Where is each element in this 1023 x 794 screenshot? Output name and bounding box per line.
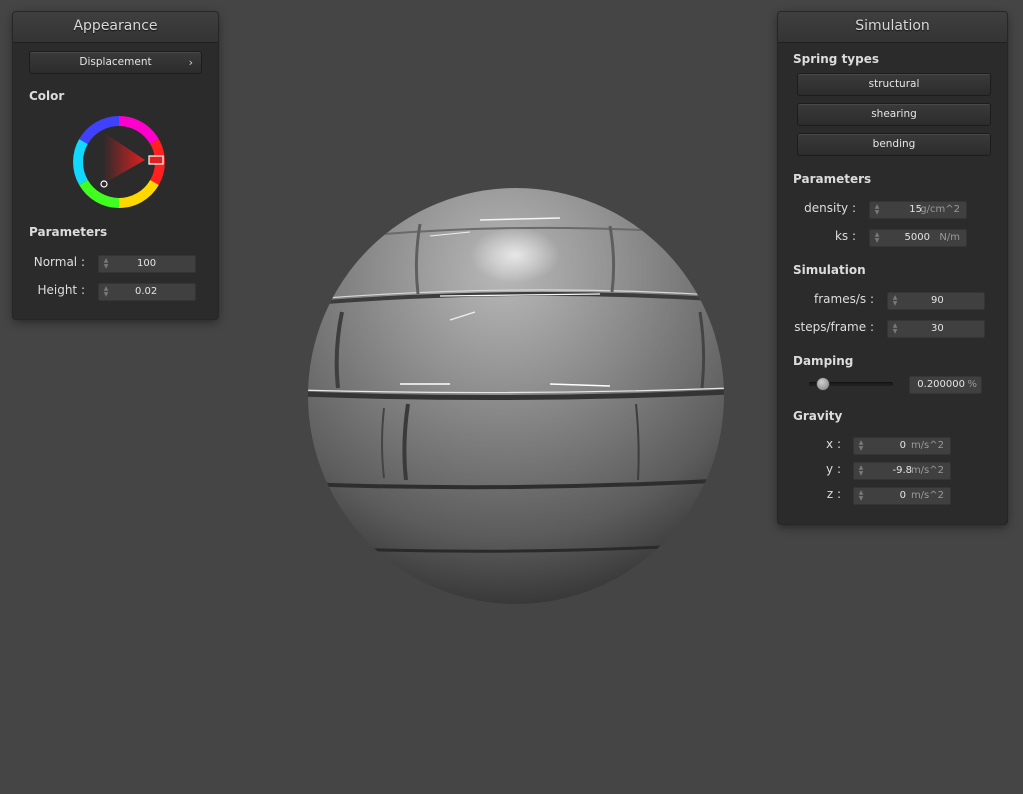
ks-label: ks : [834, 229, 856, 243]
density-input[interactable]: ▲ ▼ 15 g/cm^2 [869, 201, 967, 219]
displacement-button-label: Displacement [79, 56, 152, 68]
spinner-icon: ▲ ▼ [892, 294, 898, 307]
structural-button[interactable]: structural [797, 73, 991, 96]
damping-slider-handle[interactable] [816, 377, 831, 391]
bending-button[interactable]: bending [797, 133, 991, 156]
appearance-parameters-title: Parameters [29, 225, 108, 239]
gravity-x-unit: m/s^2 [910, 440, 944, 451]
spring-types-title: Spring types [793, 52, 880, 66]
steps-input[interactable]: ▲ ▼ 30 [887, 320, 985, 338]
gravity-y-input[interactable]: ▲ ▼ -9.8 m/s^2 [853, 462, 951, 480]
chevron-right-icon: › [188, 56, 193, 69]
cloth-sphere [308, 188, 724, 604]
simulation-parameters-title: Parameters [793, 172, 872, 186]
gravity-y-unit: m/s^2 [910, 465, 944, 476]
density-label: density : [804, 201, 856, 215]
gravity-z-label: z : [826, 487, 841, 501]
gravity-x-input[interactable]: ▲ ▼ 0 m/s^2 [853, 437, 951, 455]
appearance-panel-title: Appearance [13, 12, 218, 43]
color-section-title: Color [29, 89, 65, 103]
gravity-y-value: -9.8 [892, 465, 912, 476]
steps-value: 30 [931, 323, 944, 334]
ks-value: 5000 [904, 232, 930, 243]
gravity-x-label: x : [826, 437, 841, 451]
gravity-z-input[interactable]: ▲ ▼ 0 m/s^2 [853, 487, 951, 505]
gravity-y-label: y : [826, 462, 841, 476]
spinner-icon: ▲ ▼ [103, 257, 109, 270]
hue-marker[interactable] [148, 155, 164, 165]
gravity-z-value: 0 [899, 490, 906, 501]
steps-label: steps/frame : [794, 320, 874, 334]
damping-value: 0.200000 [917, 379, 965, 390]
ks-input[interactable]: ▲ ▼ 5000 N/m [869, 229, 967, 247]
shearing-button-label: shearing [871, 108, 917, 120]
density-unit: g/cm^2 [920, 204, 960, 215]
saturation-value-triangle[interactable] [103, 132, 145, 184]
height-input[interactable]: ▲ ▼ 0.02 [98, 283, 196, 301]
simulation-panel: Simulation Spring types structural shear… [778, 12, 1007, 524]
height-label: Height : [37, 283, 85, 297]
appearance-panel: Appearance Displacement › Color Paramete… [13, 12, 218, 319]
spinner-icon: ▲ ▼ [892, 322, 898, 335]
damping-unit: % [967, 379, 977, 390]
spinner-icon: ▲ ▼ [874, 231, 880, 244]
gravity-z-unit: m/s^2 [910, 490, 944, 501]
normal-input[interactable]: ▲ ▼ 100 [98, 255, 196, 273]
bending-button-label: bending [872, 138, 916, 150]
fps-label: frames/s : [814, 292, 874, 306]
height-value: 0.02 [135, 286, 158, 297]
structural-button-label: structural [868, 78, 920, 90]
fps-input[interactable]: ▲ ▼ 90 [887, 292, 985, 310]
normal-label: Normal : [33, 255, 85, 269]
ks-unit: N/m [939, 232, 960, 243]
normal-value: 100 [137, 258, 157, 269]
spinner-icon: ▲ ▼ [858, 439, 864, 452]
fps-value: 90 [931, 295, 944, 306]
spinner-icon: ▲ ▼ [858, 489, 864, 502]
damping-input[interactable]: 0.200000 % [909, 376, 982, 394]
spinner-icon: ▲ ▼ [858, 464, 864, 477]
displacement-button[interactable]: Displacement › [29, 51, 202, 74]
gravity-title: Gravity [793, 409, 843, 423]
simulation-section-title: Simulation [793, 263, 866, 277]
color-wheel[interactable] [71, 114, 167, 210]
damping-title: Damping [793, 354, 854, 368]
simulation-panel-title: Simulation [778, 12, 1007, 43]
shearing-button[interactable]: shearing [797, 103, 991, 126]
spinner-icon: ▲ ▼ [103, 285, 109, 298]
gravity-x-value: 0 [899, 440, 906, 451]
spinner-icon: ▲ ▼ [874, 203, 880, 216]
